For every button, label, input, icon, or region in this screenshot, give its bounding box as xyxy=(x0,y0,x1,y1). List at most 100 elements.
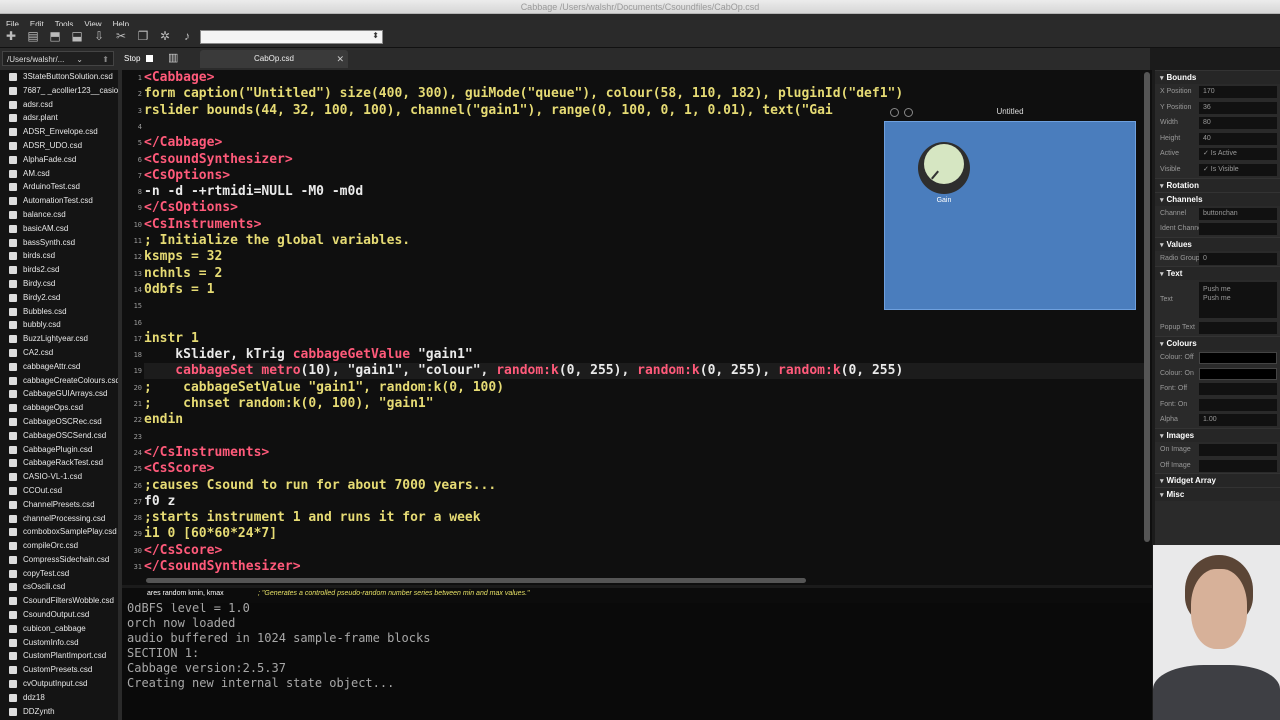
file-list-item[interactable]: CustomInfo.csd xyxy=(0,636,118,650)
gui-canvas[interactable]: Gain xyxy=(884,121,1136,310)
section-rotation[interactable]: ▾ Rotation xyxy=(1155,177,1280,192)
property-value[interactable]: 170 xyxy=(1199,86,1277,98)
export-icon[interactable]: ⇩ xyxy=(91,29,107,44)
editor-vertical-scrollbar[interactable] xyxy=(1144,72,1150,542)
file-list-item[interactable]: cubicon_cabbage xyxy=(0,622,118,636)
audio-icon[interactable]: ♪ xyxy=(179,29,195,44)
property-value[interactable] xyxy=(1199,459,1277,472)
file-list-item[interactable]: AM.csd xyxy=(0,167,118,181)
file-list-item[interactable]: BuzzLightyear.csd xyxy=(0,332,118,346)
file-list-item[interactable]: CabbageOSCRec.csd xyxy=(0,415,118,429)
property-value[interactable] xyxy=(1199,351,1277,364)
section-text[interactable]: ▾ Text xyxy=(1155,266,1280,281)
property-value[interactable]: 36 xyxy=(1199,101,1277,114)
file-list-item[interactable]: copyTest.csd xyxy=(0,567,118,581)
file-list-item[interactable]: comboboxSamplePlay.csd xyxy=(0,525,118,539)
file-list-item[interactable]: cvOutputInput.csd xyxy=(0,677,118,691)
file-name: cvOutputInput.csd xyxy=(23,679,88,689)
file-list-item[interactable]: CabbageGUIArrays.csd xyxy=(0,387,118,401)
file-list-item[interactable]: csOscili.csd xyxy=(0,580,118,594)
file-list-item[interactable]: ArduinoTest.csd xyxy=(0,180,118,194)
close-icon[interactable]: ✕ xyxy=(336,50,344,68)
file-list-item[interactable]: ChannelPresets.csd xyxy=(0,498,118,512)
section-bounds[interactable]: ▾ Bounds xyxy=(1155,70,1280,84)
open-file-icon[interactable]: ▤ xyxy=(25,29,41,44)
stop-button[interactable]: Stop xyxy=(124,51,154,66)
property-value[interactable]: ✓ Is Active xyxy=(1199,148,1277,161)
property-value[interactable]: buttonchan xyxy=(1199,207,1277,220)
property-value[interactable] xyxy=(1199,383,1277,396)
file-list-item[interactable]: 7687_ _acollier123__casio-v... xyxy=(0,84,118,98)
folder-up-icon[interactable]: ⬆ xyxy=(102,52,109,67)
edit-mode-icon[interactable]: ▥ xyxy=(168,51,178,64)
file-list-item[interactable]: bassSynth.csd xyxy=(0,236,118,250)
gain-knob[interactable] xyxy=(918,142,970,194)
file-list-item[interactable]: CompressSidechain.csd xyxy=(0,553,118,567)
section-colours[interactable]: ▾ Colours xyxy=(1155,335,1280,350)
close-icon[interactable] xyxy=(890,108,899,117)
file-icon xyxy=(9,473,17,482)
toolbar-combo[interactable]: ⬍ xyxy=(200,30,383,44)
file-list-item[interactable]: adsr.plant xyxy=(0,111,118,125)
property-value[interactable] xyxy=(1199,322,1277,335)
property-value[interactable]: 0 xyxy=(1199,252,1277,265)
file-list-item[interactable]: CCOut.csd xyxy=(0,484,118,498)
file-list-item[interactable]: ADSR_Envelope.csd xyxy=(0,125,118,139)
file-list-item[interactable]: birds2.csd xyxy=(0,263,118,277)
file-list-item[interactable]: AutomationTest.csd xyxy=(0,194,118,208)
file-list-item[interactable]: CustomPresets.csd xyxy=(0,663,118,677)
property-value[interactable] xyxy=(1199,367,1277,380)
section-values[interactable]: ▾ Values xyxy=(1155,236,1280,251)
file-list-item[interactable]: bubbly.csd xyxy=(0,318,118,332)
file-list-item[interactable]: cabbageCreateColours.csd xyxy=(0,374,118,388)
file-list-item[interactable]: CabbageRackTest.csd xyxy=(0,456,118,470)
file-list-item[interactable]: ADSR_UDO.csd xyxy=(0,139,118,153)
file-list-item[interactable]: Birdy.csd xyxy=(0,277,118,291)
file-list-item[interactable]: CabbagePlugin.csd xyxy=(0,443,118,457)
file-list-item[interactable]: basicAM.csd xyxy=(0,222,118,236)
section-images[interactable]: ▾ Images xyxy=(1155,427,1280,442)
section-channels[interactable]: ▾ Channels xyxy=(1155,191,1280,206)
file-list-item[interactable]: channelProcessing.csd xyxy=(0,512,118,526)
property-value[interactable] xyxy=(1199,443,1277,456)
file-list-item[interactable]: CsoundFiltersWobble.csd xyxy=(0,594,118,608)
file-list-item[interactable]: ddz18 xyxy=(0,691,118,705)
file-list-item[interactable]: CASIO-VL-1.csd xyxy=(0,470,118,484)
console-output[interactable]: 0dBFS level = 1.0 orch now loaded audio bu… xyxy=(122,603,1152,720)
file-list-item[interactable]: CsoundOutput.csd xyxy=(0,608,118,622)
plugin-gui-window[interactable]: Untitled Gain xyxy=(884,103,1136,310)
new-file-icon[interactable]: ✚ xyxy=(3,29,19,44)
property-value[interactable]: 1.00 xyxy=(1199,414,1277,427)
text-value-field[interactable]: Push me Push me xyxy=(1199,282,1277,319)
file-list-item[interactable]: adsr.csd xyxy=(0,98,118,112)
property-value[interactable]: 40 xyxy=(1199,132,1277,145)
folder-path-select[interactable]: /Users/walshr/... ⌄ ⬆ xyxy=(2,51,114,66)
file-list-item[interactable]: AlphaFade.csd xyxy=(0,153,118,167)
file-list-item[interactable]: CA2.csd xyxy=(0,346,118,360)
save-icon[interactable]: ⬒ xyxy=(47,29,63,44)
cut-icon[interactable]: ✂ xyxy=(113,29,129,44)
file-list-item[interactable]: compileOrc.csd xyxy=(0,539,118,553)
save-as-icon[interactable]: ⬓ xyxy=(69,29,85,44)
property-value[interactable] xyxy=(1199,398,1277,411)
property-value[interactable]: ✓ Is Visible xyxy=(1199,163,1277,176)
file-list-item[interactable]: Bubbles.csd xyxy=(0,305,118,319)
copy-icon[interactable]: ❐ xyxy=(135,29,151,44)
file-list-item[interactable]: balance.csd xyxy=(0,208,118,222)
file-list-item[interactable]: cabbageOps.csd xyxy=(0,401,118,415)
file-list-item[interactable]: DDZynth xyxy=(0,705,118,719)
file-list-item[interactable]: cabbageAttr.csd xyxy=(0,360,118,374)
settings-icon[interactable]: ✲ xyxy=(157,29,173,44)
file-list-item[interactable]: 3StateButtonSolution.csd xyxy=(0,70,118,84)
editor-horizontal-scrollbar[interactable] xyxy=(146,578,806,583)
tab-cabop[interactable]: CabOp.csd ✕ xyxy=(200,50,348,68)
file-list-item[interactable]: CabbageOSCSend.csd xyxy=(0,429,118,443)
property-value[interactable] xyxy=(1199,223,1277,236)
section-misc[interactable]: ▾ Misc xyxy=(1155,487,1280,502)
minimize-icon[interactable] xyxy=(904,108,913,117)
file-list-item[interactable]: birds.csd xyxy=(0,249,118,263)
file-list-item[interactable]: Birdy2.csd xyxy=(0,291,118,305)
property-value[interactable]: 80 xyxy=(1199,117,1277,130)
section-widget_array[interactable]: ▾ Widget Array xyxy=(1155,473,1280,488)
file-list-item[interactable]: CustomPlantImport.csd xyxy=(0,649,118,663)
